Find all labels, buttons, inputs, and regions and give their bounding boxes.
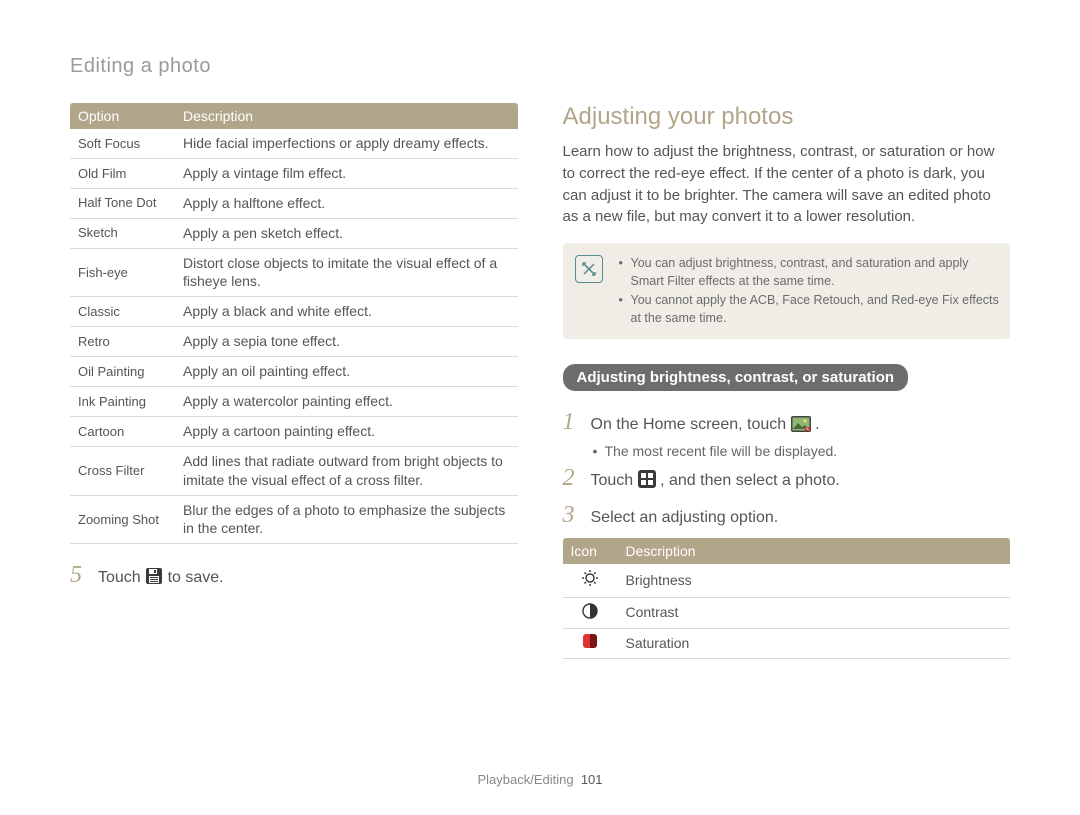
- option-name: Old Film: [70, 158, 175, 188]
- table-row: Oil PaintingApply an oil painting effect…: [70, 357, 518, 387]
- photo-editor-app-icon: ✎: [791, 416, 811, 440]
- section-title: Adjusting your photos: [563, 103, 1011, 131]
- svg-text:✎: ✎: [805, 427, 808, 432]
- option-name: Zooming Shot: [70, 495, 175, 544]
- left-column: Option Description Soft FocusHide facial…: [70, 103, 518, 659]
- table-row: Contrast: [563, 597, 1011, 629]
- table-row: Half Tone DotApply a halftone effect.: [70, 188, 518, 218]
- page-footer: Playback/Editing 101: [0, 772, 1080, 787]
- option-name: Fish-eye: [70, 248, 175, 297]
- options-header-option: Option: [70, 103, 175, 129]
- step-text: Touch: [98, 569, 145, 586]
- option-name: Oil Painting: [70, 357, 175, 387]
- option-name: Cross Filter: [70, 446, 175, 495]
- adjust-icon-table: Icon Description Brightness: [563, 538, 1011, 659]
- option-name: Soft Focus: [70, 129, 175, 158]
- option-name: Sketch: [70, 218, 175, 248]
- step-body: On the Home screen, touch ✎ .: [591, 413, 820, 440]
- options-header-description: Description: [175, 103, 518, 129]
- intro-paragraph: Learn how to adjust the brightness, cont…: [563, 141, 1011, 228]
- table-row: Brightness: [563, 564, 1011, 597]
- table-row: Ink PaintingApply a watercolor painting …: [70, 387, 518, 417]
- table-row: Zooming ShotBlur the edges of a photo to…: [70, 495, 518, 544]
- subsection-pill: Adjusting brightness, contrast, or satur…: [563, 364, 909, 391]
- step-text: On the Home screen, touch: [591, 416, 791, 433]
- step-1: 1 On the Home screen, touch ✎ .: [563, 409, 1011, 440]
- step-text: Touch: [591, 472, 638, 489]
- option-name: Ink Painting: [70, 387, 175, 417]
- step-body: Touch to save.: [98, 566, 224, 593]
- option-desc: Apply a watercolor painting effect.: [175, 387, 518, 417]
- option-desc: Apply a halftone effect.: [175, 188, 518, 218]
- step-body: Touch , and then select a photo.: [591, 469, 840, 496]
- page-header: Editing a photo: [70, 55, 1010, 78]
- option-desc: Distort close objects to imitate the vis…: [175, 248, 518, 297]
- option-desc: Apply a pen sketch effect.: [175, 218, 518, 248]
- step-sub: The most recent file will be displayed.: [591, 443, 1011, 459]
- table-row: Fish-eyeDistort close objects to imitate…: [70, 248, 518, 297]
- footer-section: Playback/Editing: [477, 772, 573, 787]
- note-item: You cannot apply the ACB, Face Retouch, …: [619, 292, 1001, 327]
- step-number: 2: [563, 465, 591, 492]
- footer-page-number: 101: [581, 772, 603, 787]
- step-5: 5 Touch to save.: [70, 562, 518, 593]
- table-row: RetroApply a sepia tone effect.: [70, 327, 518, 357]
- icon-desc-header: Description: [618, 538, 1011, 564]
- icon-cell: [563, 629, 618, 659]
- step-number: 1: [563, 409, 591, 436]
- option-name: Half Tone Dot: [70, 188, 175, 218]
- icon-header: Icon: [563, 538, 618, 564]
- saturation-icon: [583, 634, 597, 648]
- table-row: ClassicApply a black and white effect.: [70, 297, 518, 327]
- option-desc: Apply an oil painting effect.: [175, 357, 518, 387]
- option-desc: Apply a black and white effect.: [175, 297, 518, 327]
- step-number: 3: [563, 502, 591, 529]
- option-desc: Apply a cartoon painting effect.: [175, 416, 518, 446]
- option-name: Retro: [70, 327, 175, 357]
- table-row: Old FilmApply a vintage film effect.: [70, 158, 518, 188]
- save-disk-icon: [145, 567, 163, 593]
- icon-cell: [563, 564, 618, 597]
- right-column: Adjusting your photos Learn how to adjus…: [563, 103, 1011, 659]
- option-desc: Blur the edges of a photo to emphasize t…: [175, 495, 518, 544]
- option-desc: Apply a sepia tone effect.: [175, 327, 518, 357]
- step-3: 3 Select an adjusting option.: [563, 502, 1011, 530]
- icon-desc: Contrast: [618, 597, 1011, 629]
- step-text: .: [815, 416, 819, 433]
- table-row: SketchApply a pen sketch effect.: [70, 218, 518, 248]
- option-desc: Apply a vintage film effect.: [175, 158, 518, 188]
- icon-desc: Brightness: [618, 564, 1011, 597]
- note-box: You can adjust brightness, contrast, and…: [563, 243, 1011, 339]
- step-text: , and then select a photo.: [660, 472, 840, 489]
- table-row: CartoonApply a cartoon painting effect.: [70, 416, 518, 446]
- option-desc: Add lines that radiate outward from brig…: [175, 446, 518, 495]
- note-icon: [575, 255, 603, 283]
- contrast-icon: [582, 607, 598, 622]
- filter-options-table: Option Description Soft FocusHide facial…: [70, 103, 518, 544]
- step-number: 5: [70, 562, 98, 589]
- thumbnail-grid-icon: [638, 470, 656, 496]
- step-2: 2 Touch , and then select a photo.: [563, 465, 1011, 496]
- icon-cell: [563, 597, 618, 629]
- table-row: Saturation: [563, 629, 1011, 659]
- note-item: You can adjust brightness, contrast, and…: [619, 255, 1001, 290]
- table-row: Soft FocusHide facial imperfections or a…: [70, 129, 518, 158]
- two-column-layout: Option Description Soft FocusHide facial…: [70, 103, 1010, 659]
- step-text: to save.: [168, 569, 224, 586]
- step-body: Select an adjusting option.: [591, 506, 779, 530]
- option-name: Classic: [70, 297, 175, 327]
- table-row: Cross FilterAdd lines that radiate outwa…: [70, 446, 518, 495]
- brightness-icon: [581, 575, 599, 590]
- option-desc: Hide facial imperfections or apply dream…: [175, 129, 518, 158]
- option-name: Cartoon: [70, 416, 175, 446]
- icon-desc: Saturation: [618, 629, 1011, 659]
